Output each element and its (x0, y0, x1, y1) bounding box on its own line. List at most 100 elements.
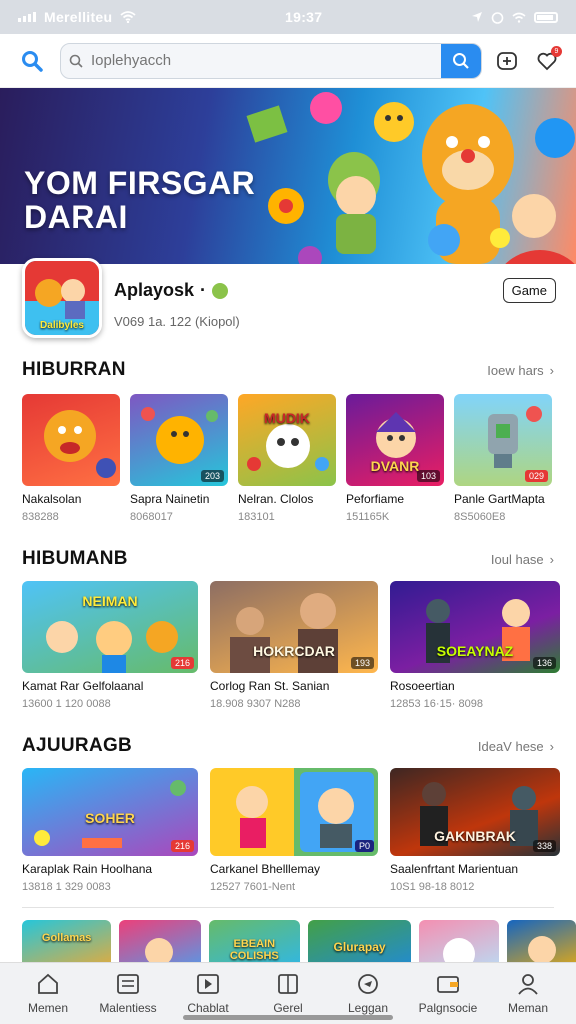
profile-icon (518, 973, 538, 995)
app-icon-label: Dalibyles (40, 320, 84, 331)
see-more-link[interactable]: Ioew hars › (487, 363, 554, 378)
game-card[interactable]: SOEAYNAZ 136 Rosoeertian 12853 16·15· 80… (390, 581, 560, 710)
game-tag: 029 (524, 470, 548, 482)
game-card[interactable]: MUDIK Nelran. Clolos 183101 (238, 394, 336, 523)
see-more-link[interactable]: Ioul hase › (491, 552, 554, 567)
game-thumbnail: NEIMAN 216 (22, 581, 198, 673)
section-title: HIBUMANB (22, 548, 128, 569)
location-icon (471, 12, 482, 22)
tab-chablat[interactable]: Chablat (173, 973, 243, 1015)
game-name: Saalenfrtant Marientuan (390, 862, 519, 876)
see-more-link[interactable]: IdeaV hese › (478, 739, 554, 754)
signal-icon (18, 12, 36, 22)
tab-leggan[interactable]: Leggan (333, 973, 403, 1015)
game-name: Corlog Ran St. Sanian (210, 679, 330, 693)
search-input[interactable] (91, 52, 441, 69)
status-bar: Merelliteu 19:37 (0, 0, 576, 34)
game-meta: 12853 16·15· 8098 (390, 698, 483, 710)
tab-memen[interactable]: Memen (13, 973, 83, 1015)
app-icon[interactable]: Dalibyles (22, 258, 102, 338)
search-header: 9 (0, 34, 576, 88)
game-meta: 8S5060E8 (454, 511, 506, 523)
game-art-label: Glurapay (333, 940, 386, 954)
game-meta: 13600 1 120 0088 (22, 698, 111, 710)
game-card[interactable]: NEIMAN 216 Kamat Rar Gelfolaanal 13600 1… (22, 581, 198, 710)
game-card[interactable]: 029 Panle GartMapta 8S5060E8 (454, 394, 552, 523)
app-info: Dalibyles Aplayosk · V069 1a. 122 (Kiopol… (0, 258, 576, 354)
game-meta: 151165K (346, 511, 390, 523)
add-button[interactable] (492, 46, 522, 76)
compass-icon (358, 973, 378, 994)
game-thumbnail: SOEAYNAZ 136 (390, 581, 560, 673)
game-tag: P0 (354, 840, 374, 852)
carrier-name: Merelliteu (44, 9, 113, 25)
game-name: Panle GartMapta (454, 492, 545, 506)
game-tag: 216 (170, 840, 194, 852)
game-name: Nakalsolan (22, 492, 82, 506)
game-card[interactable]: SOHER 216 Karaplak Rain Hoolhana 13818 1… (22, 768, 198, 893)
game-art-label: Gollamas (41, 932, 92, 944)
alarm-icon (491, 11, 504, 24)
game-art-label: NEIMAN (82, 593, 138, 609)
game-card[interactable]: 203 Sapra Nainetin 8068017 (130, 394, 228, 523)
notifications-button[interactable]: 9 (532, 45, 562, 76)
verified-icon (212, 282, 229, 299)
game-art-label: MUDIK (264, 410, 310, 426)
game-card[interactable]: Nakalsolan 838288 (22, 394, 120, 523)
game-tag: 136 (532, 657, 556, 669)
tab-malentiess[interactable]: Malentiess (93, 973, 163, 1015)
game-thumbnail: P0 (210, 768, 378, 856)
bottom-tab-bar: Memen Malentiess Chablat Gerel Leggan Pa… (0, 962, 576, 1024)
battery-icon (533, 11, 558, 23)
game-tag: 216 (170, 657, 194, 669)
game-meta: 183101 (238, 511, 275, 523)
game-thumbnail (22, 394, 120, 486)
tab-meman[interactable]: Meman (493, 973, 563, 1015)
hero-banner[interactable]: YOM FIRSGAR DARAI (0, 88, 576, 264)
section-title: AJUURAGB (22, 735, 133, 756)
game-thumbnail: GAKNBRAK 338 (390, 768, 560, 856)
section-hiburran: HIBURRAN Ioew hars › Nakalsolan 838288 20… (0, 354, 576, 523)
game-thumbnail: SOHER 216 (22, 768, 198, 856)
game-name: Karaplak Rain Hoolhana (22, 862, 153, 876)
game-tag: 193 (350, 657, 374, 669)
section-title: HIBURRAN (22, 359, 126, 380)
search-box (60, 42, 482, 79)
chevron-right-icon: › (549, 551, 554, 567)
search-logo-icon[interactable] (14, 43, 50, 79)
game-meta: 838288 (22, 511, 59, 523)
game-name: Carkanel Bhelllemay (210, 862, 321, 876)
game-thumbnail: 029 (454, 394, 552, 486)
game-name: Nelran. Clolos (238, 492, 314, 506)
game-thumbnail: HOKRCDAR 193 (210, 581, 378, 673)
game-art-label: EBEAIN COLISHS (229, 938, 279, 962)
game-button[interactable]: Game (502, 278, 556, 303)
game-card[interactable]: P0 Carkanel Bhelllemay 12527 7601-Nent (210, 768, 378, 893)
notification-badge: 9 (551, 45, 562, 57)
home-icon (38, 973, 58, 994)
wifi-icon (120, 11, 136, 23)
game-art-label: SOHER (85, 810, 135, 826)
play-icon (197, 973, 219, 994)
game-name: Kamat Rar Gelfolaanal (22, 679, 144, 693)
tab-gerel[interactable]: Gerel (253, 973, 323, 1015)
section-hibumanb: HIBUMANB Ioul hase › NEIMAN 216 Kamat Rar… (0, 543, 576, 710)
section-ajuuragb: AJUURAGB IdeaV hese › SOHER 216 Karaplak … (0, 730, 576, 893)
game-meta: 18.908 9307 N288 (210, 698, 301, 710)
home-indicator[interactable] (183, 1015, 393, 1020)
wallet-icon (437, 975, 459, 993)
game-thumbnail: DVANR 103 (346, 394, 444, 486)
app-meta: V069 1a. 122 (Kiopol) (114, 314, 240, 329)
game-card[interactable]: GAKNBRAK 338 Saalenfrtant Marientuan 10S… (390, 768, 560, 893)
game-tag: 203 (200, 470, 224, 482)
tab-palgnsocie[interactable]: Palgnsocie (413, 973, 483, 1015)
clock: 19:37 (285, 9, 323, 25)
game-meta: 8068017 (130, 511, 173, 523)
game-meta: 12527 7601-Nent (210, 881, 296, 893)
game-thumbnail: 203 (130, 394, 228, 486)
game-card[interactable]: DVANR 103 Peforfiame 151165K (346, 394, 444, 523)
game-name: Rosoeertian (390, 679, 455, 693)
search-button[interactable] (441, 43, 481, 78)
game-thumbnail: MUDIK (238, 394, 336, 486)
game-card[interactable]: HOKRCDAR 193 Corlog Ran St. Sanian 18.90… (210, 581, 378, 710)
